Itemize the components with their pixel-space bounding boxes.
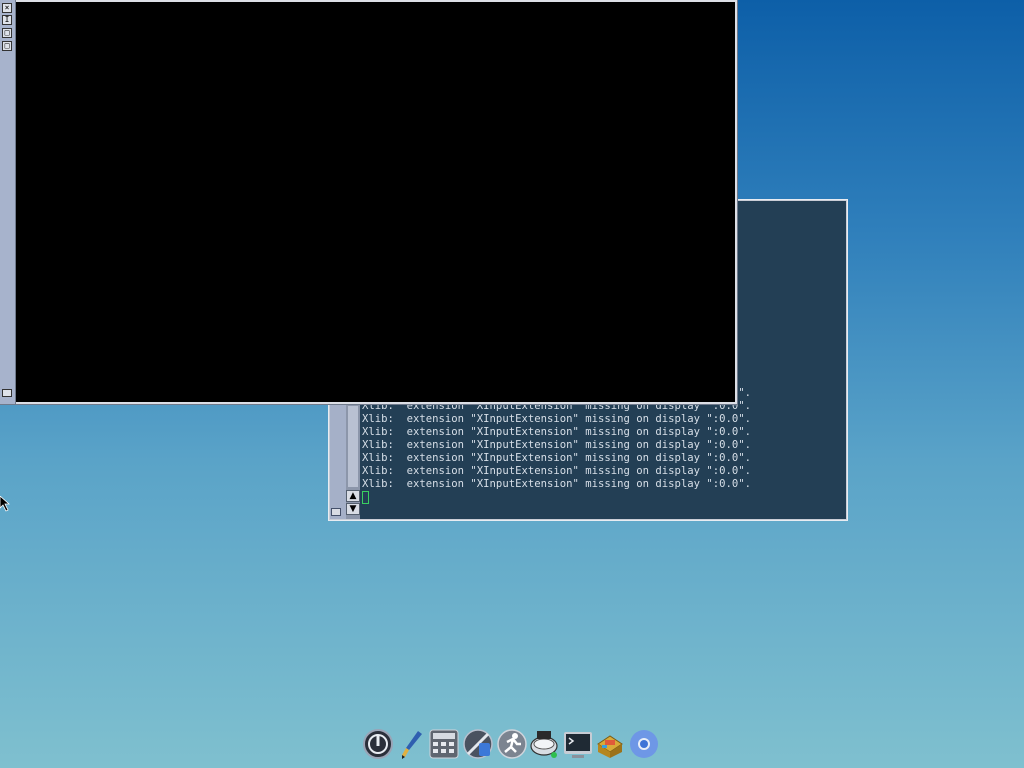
- resize-handle[interactable]: [2, 389, 12, 397]
- chromium-icon[interactable]: [628, 728, 660, 760]
- package-manager-icon[interactable]: [594, 728, 626, 760]
- terminal-resize-handle[interactable]: [331, 508, 341, 516]
- scroll-up-arrow[interactable]: ▲: [346, 490, 360, 502]
- maximize-icon[interactable]: □: [2, 28, 12, 38]
- window-frame-left[interactable]: × I □ □: [0, 0, 16, 404]
- scrollbar-thumb[interactable]: [348, 406, 358, 487]
- iconify-icon[interactable]: I: [2, 15, 12, 25]
- power-icon[interactable]: [362, 728, 394, 760]
- window-content[interactable]: [16, 2, 735, 402]
- shade-icon[interactable]: □: [2, 41, 12, 51]
- mouse-pointer-icon: [0, 496, 10, 512]
- disk-tool-icon[interactable]: [462, 728, 494, 760]
- paint-brush-icon[interactable]: [396, 728, 428, 760]
- dock: [360, 724, 666, 764]
- close-icon[interactable]: ×: [2, 3, 12, 13]
- calculator-icon[interactable]: [428, 728, 460, 760]
- runner-icon[interactable]: [496, 728, 528, 760]
- terminal-icon[interactable]: [562, 728, 594, 760]
- scroll-down-arrow[interactable]: ▼: [346, 503, 360, 515]
- drive-manager-icon[interactable]: [528, 728, 560, 760]
- terminal-cursor: [362, 491, 369, 504]
- black-window[interactable]: × I □ □: [0, 0, 738, 405]
